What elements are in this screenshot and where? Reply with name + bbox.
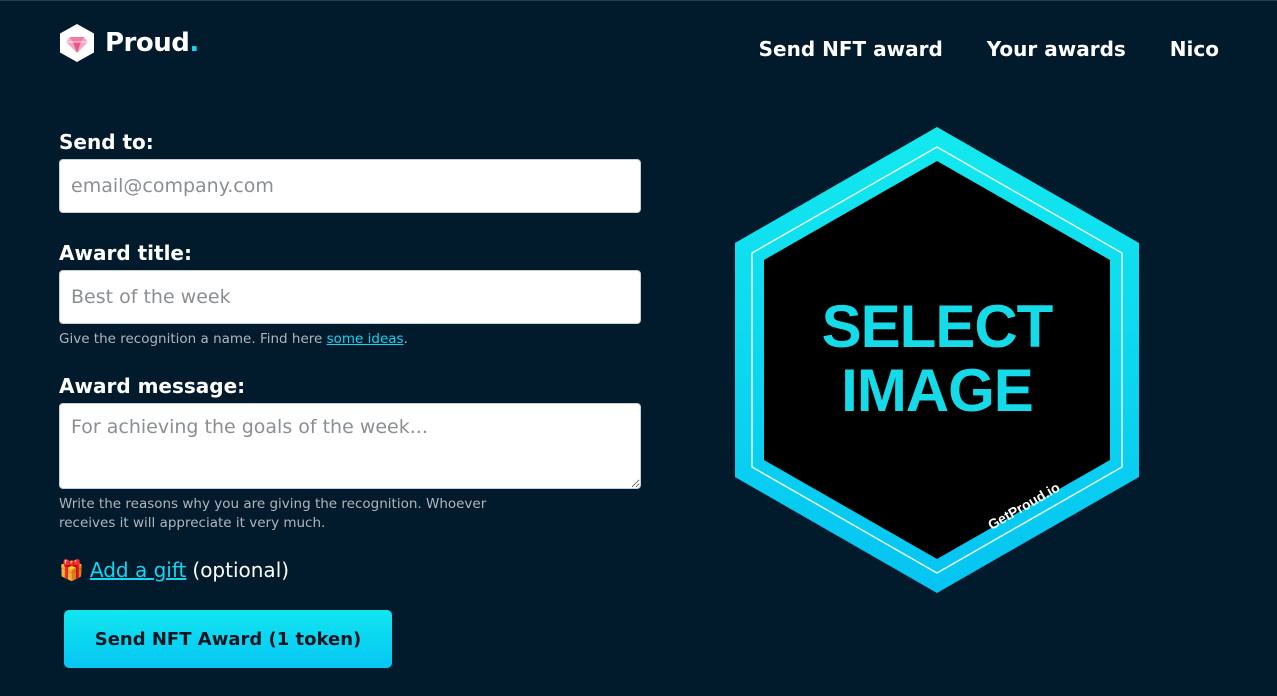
gift-optional-text: (optional) — [192, 558, 290, 582]
select-image-area[interactable]: SELECT IMAGE GetProud.io — [735, 127, 1139, 593]
add-gift-link[interactable]: Add a gift — [90, 558, 186, 582]
logo[interactable]: Proud. — [59, 23, 199, 63]
some-ideas-link[interactable]: some ideas — [327, 331, 404, 347]
award-message-textarea[interactable] — [59, 403, 641, 489]
add-gift-row: 🎁 Add a gift (optional) — [59, 558, 641, 582]
nav-your-awards[interactable]: Your awards — [987, 37, 1126, 61]
gift-icon: 🎁 — [59, 558, 84, 582]
nav-user-menu[interactable]: Nico — [1170, 37, 1219, 61]
proud-logo-icon — [60, 24, 94, 62]
send-nft-award-button[interactable]: Send NFT Award (1 token) — [64, 610, 392, 668]
logo-text: Proud. — [105, 28, 199, 58]
award-message-help: Write the reasons why you are giving the… — [59, 496, 487, 531]
top-nav: Send NFT award Your awards Nico — [759, 37, 1219, 61]
award-message-label: Award message: — [59, 374, 246, 398]
award-title-help: Give the recognition a name. Find here s… — [59, 331, 408, 347]
send-to-label: Send to: — [59, 130, 154, 154]
award-title-input[interactable] — [59, 270, 641, 324]
nav-send-nft-award[interactable]: Send NFT award — [759, 37, 943, 61]
send-to-email-input[interactable] — [59, 159, 641, 213]
select-image-text: SELECT IMAGE — [821, 293, 1054, 424]
award-title-label: Award title: — [59, 241, 192, 265]
award-form: Send to: Award title: Give the recogniti… — [59, 128, 641, 582]
